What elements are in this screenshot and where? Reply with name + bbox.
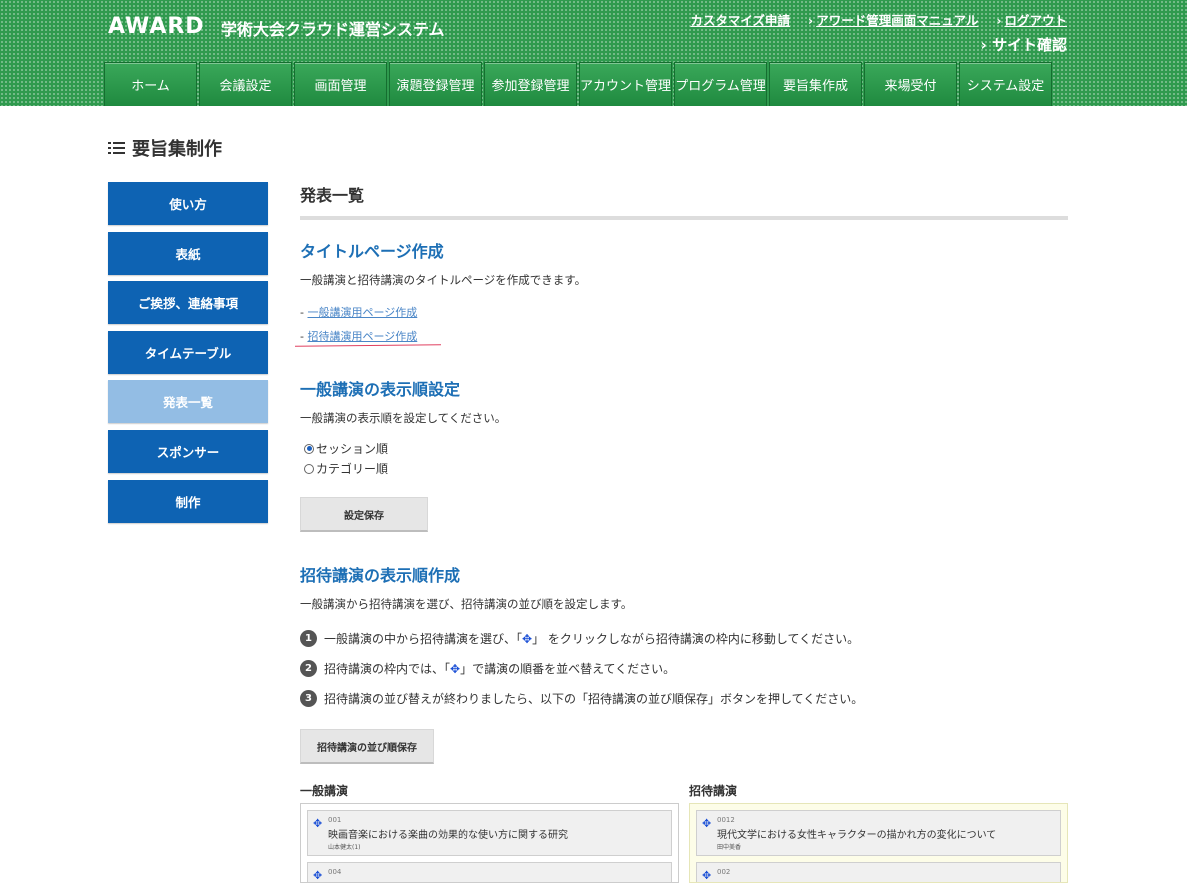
save-settings-button[interactable]: 設定保存 <box>300 497 428 532</box>
move-icon: ✥ <box>450 662 461 676</box>
sidebar-item-timetable[interactable]: タイムテーブル <box>108 330 268 374</box>
invited-column-title: 招待講演 <box>689 784 738 798</box>
nav-program-management[interactable]: プログラム管理 <box>674 62 767 106</box>
nav-conference-settings[interactable]: 会議設定 <box>199 62 292 106</box>
nav-registration-management[interactable]: 参加登録管理 <box>484 62 577 106</box>
invited-desc: 一般講演から招待講演を選び、招待講演の並び順を設定します。 <box>300 597 633 611</box>
nav-system-settings[interactable]: システム設定 <box>959 62 1052 106</box>
move-icon[interactable]: ✥ <box>313 817 322 830</box>
sidebar-item-presentations[interactable]: 発表一覧 <box>108 380 268 424</box>
system-title: 学術大会クラウド運営システム <box>221 20 445 39</box>
order-heading: 一般講演の表示順設定 <box>300 380 461 399</box>
main-content: 発表一覧 タイトルページ作成 一般講演と招待講演のタイトルページを作成できます。… <box>294 182 1068 883</box>
customize-request-link[interactable]: カスタマイズ申請 <box>687 10 790 29</box>
header: AWARD 学術大会クラウド運営システム カスタマイズ申請 › アワード管理画面マ… <box>0 0 1187 106</box>
red-underline-mark <box>294 344 442 347</box>
nav-screen-management[interactable]: 画面管理 <box>294 62 387 106</box>
title-page-heading: タイトルページ作成 <box>300 242 444 261</box>
nav-abstract-management[interactable]: 演題登録管理 <box>389 62 482 106</box>
sidebar-item-production[interactable]: 制作 <box>108 479 268 523</box>
move-icon: ✥ <box>522 632 533 646</box>
list-icon <box>108 141 126 155</box>
nav-abstract-book[interactable]: 要旨集作成 <box>769 62 862 106</box>
top-links: カスタマイズ申請 › アワード管理画面マニュアル › ログアウト <box>687 10 1067 29</box>
invited-column: 招待講演 ✥ 0012 現代文学における女性キャラクターの描かれ方の変化について… <box>689 782 1068 883</box>
nav-account-management[interactable]: アカウント管理 <box>579 62 672 106</box>
lecture-columns: 一般講演 ✥ 001 映画音楽における楽曲の効果的な使い方に関する研究 山本健太… <box>300 782 1068 883</box>
lecture-card[interactable]: ✥ 002 <box>696 862 1061 882</box>
title-page-desc: 一般講演と招待講演のタイトルページを作成できます。 <box>300 273 587 287</box>
sidebar-item-cover[interactable]: 表紙 <box>108 231 268 275</box>
step-2: 2 招待講演の枠内では、「✥」で講演の順番を並べ替えてください。 <box>300 660 1068 677</box>
order-desc: 一般講演の表示順を設定してください。 <box>300 411 507 425</box>
section-heading: 発表一覧 <box>300 182 1068 220</box>
invited-title-page-link[interactable]: 招待講演用ページ作成 <box>307 330 417 343</box>
move-icon[interactable]: ✥ <box>702 817 711 830</box>
title-page-links: - 一般講演用ページ作成 - 招待講演用ページ作成 <box>294 304 1068 347</box>
lecture-card[interactable]: ✥ 001 映画音楽における楽曲の効果的な使い方に関する研究 山本健太(1) <box>307 810 672 856</box>
main-nav: ホーム 会議設定 画面管理 演題登録管理 参加登録管理 アカウント管理 プログラ… <box>104 62 1052 106</box>
manual-link[interactable]: › アワード管理画面マニュアル <box>808 10 978 29</box>
step-3: 3 招待講演の並び替えが終わりましたら、以下の「招待講演の並び順保存」ボタンを押… <box>300 690 1068 707</box>
sidebar-item-greeting[interactable]: ご挨拶、連絡事項 <box>108 281 268 325</box>
site-check-link[interactable]: › サイト確認 <box>981 34 1067 55</box>
logout-link[interactable]: › ログアウト <box>996 10 1067 29</box>
chevron-right-icon: › <box>808 13 814 28</box>
nav-home[interactable]: ホーム <box>104 62 197 106</box>
sidebar: 使い方 表紙 ご挨拶、連絡事項 タイムテーブル 発表一覧 スポンサー 制作 <box>108 182 268 529</box>
move-icon[interactable]: ✥ <box>313 869 322 882</box>
radio-unchecked-icon[interactable] <box>304 463 314 474</box>
general-title-page-link[interactable]: 一般講演用ページ作成 <box>307 306 417 319</box>
general-column-title: 一般講演 <box>300 784 349 798</box>
award-logo[interactable]: AWARD <box>108 14 205 39</box>
nav-reception[interactable]: 来場受付 <box>864 62 957 106</box>
lecture-card[interactable]: ✥ 0012 現代文学における女性キャラクターの描かれ方の変化について 田中美香 <box>696 810 1061 856</box>
session-order-radio[interactable]: セッション順 <box>304 440 1068 457</box>
general-column: 一般講演 ✥ 001 映画音楽における楽曲の効果的な使い方に関する研究 山本健太… <box>300 782 679 883</box>
category-order-radio[interactable]: カテゴリー順 <box>304 460 1068 477</box>
step-1: 1 一般講演の中から招待講演を選び、「✥」 をクリックしながら招待講演の枠内に移… <box>300 630 1068 647</box>
chevron-right-icon: › <box>996 13 1002 28</box>
invited-heading: 招待講演の表示順作成 <box>300 566 461 585</box>
invited-lecture-panel: ✥ 0012 現代文学における女性キャラクターの描かれ方の変化について 田中美香… <box>689 803 1068 883</box>
move-icon[interactable]: ✥ <box>702 869 711 882</box>
steps: 1 一般講演の中から招待講演を選び、「✥」 をクリックしながら招待講演の枠内に移… <box>300 630 1068 707</box>
lecture-card[interactable]: ✥ 004 <box>307 862 672 882</box>
sidebar-item-usage[interactable]: 使い方 <box>108 182 268 225</box>
page-title: 要旨集制作 <box>108 135 222 161</box>
chevron-right-icon: › <box>980 36 987 54</box>
general-lecture-panel: ✥ 001 映画音楽における楽曲の効果的な使い方に関する研究 山本健太(1) ✥… <box>300 803 679 883</box>
radio-checked-icon[interactable] <box>304 443 314 454</box>
save-invited-order-button[interactable]: 招待講演の並び順保存 <box>300 729 434 764</box>
sidebar-item-sponsors[interactable]: スポンサー <box>108 429 268 473</box>
